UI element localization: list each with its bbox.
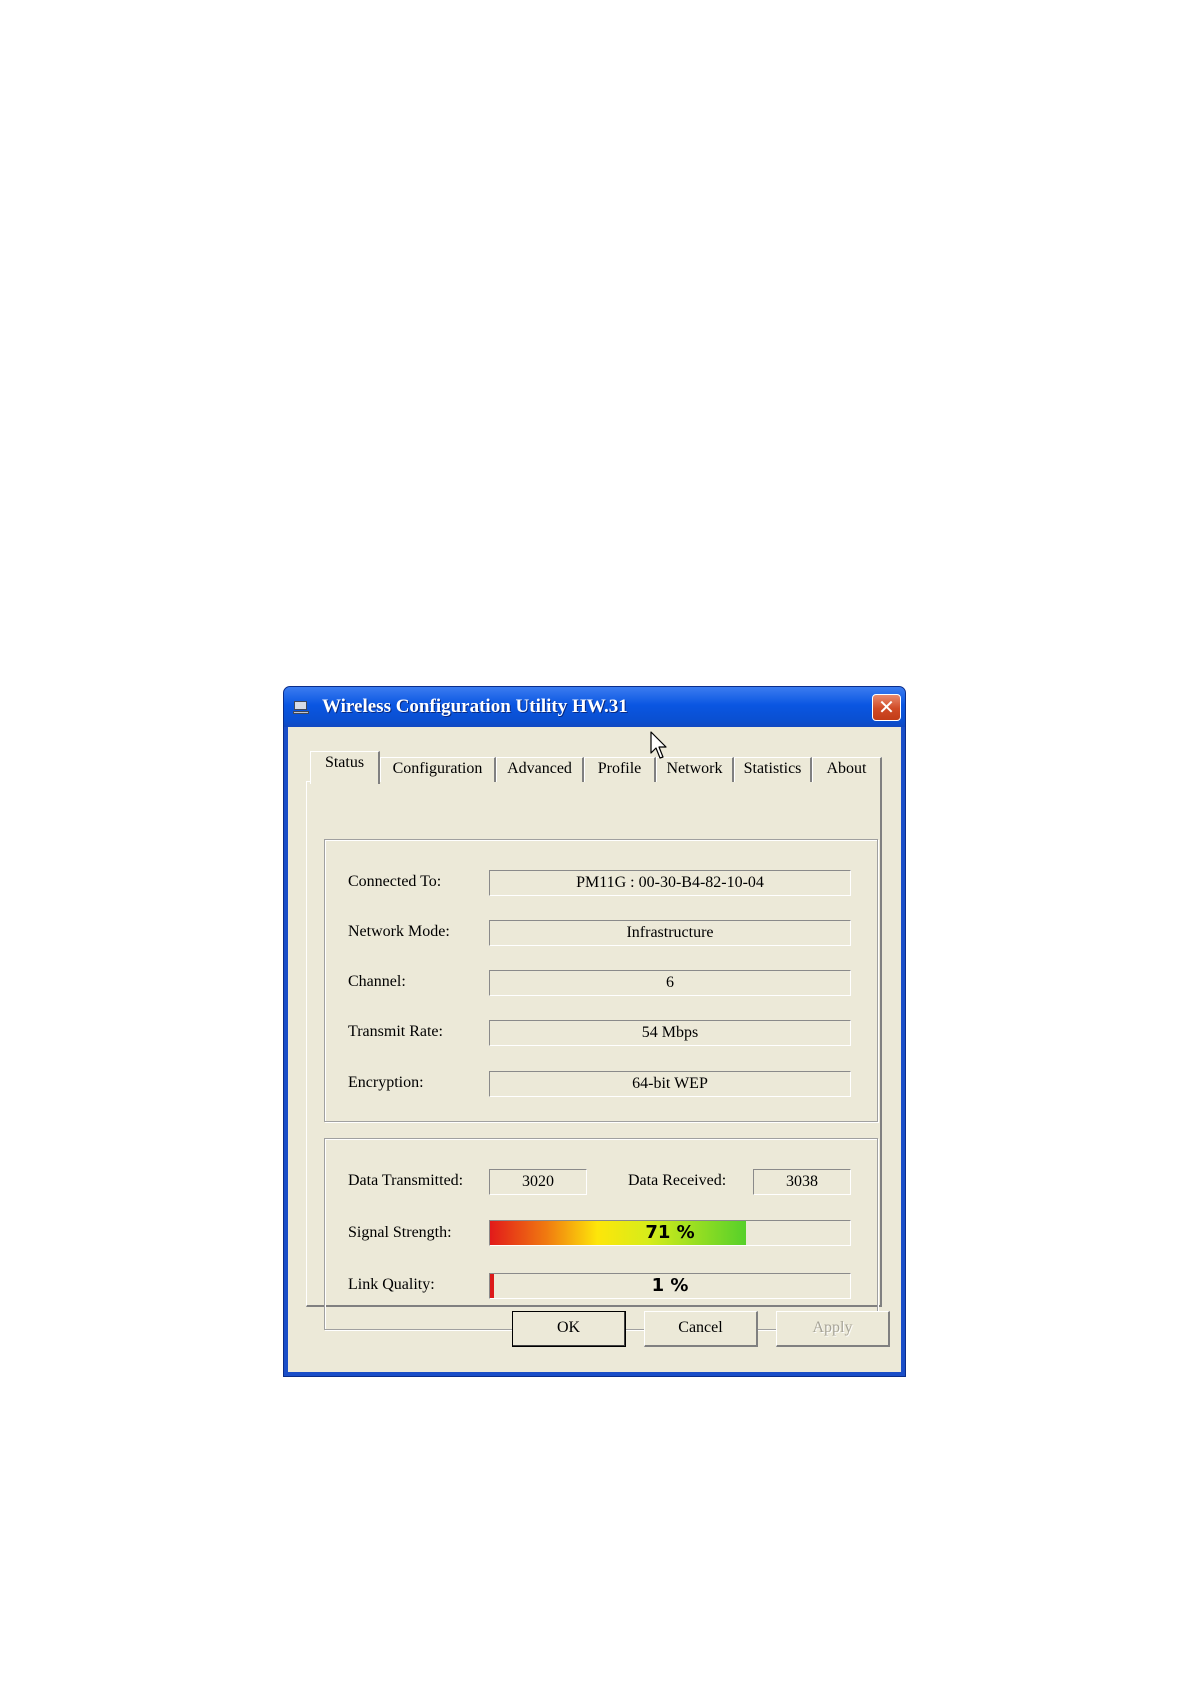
data-received-label: Data Received: <box>628 1172 727 1189</box>
signal-strength-bar: 71 % <box>489 1220 851 1246</box>
window-title: Wireless Configuration Utility HW.31 <box>322 696 628 717</box>
data-received-field: 3038 <box>753 1169 851 1195</box>
channel-label: Channel: <box>348 973 406 990</box>
network-mode-field: Infrastructure <box>489 920 851 946</box>
channel-field: 6 <box>489 970 851 996</box>
wireless-config-window: Wireless Configuration Utility HW.31 ✕ S… <box>283 686 906 1377</box>
link-quality-bar: 1 % <box>489 1273 851 1299</box>
dialog-client-area: Status Configuration Advanced Profile Ne… <box>288 727 901 1372</box>
tab-statistics[interactable]: Statistics <box>734 757 812 782</box>
transmit-rate-field: 54 Mbps <box>489 1020 851 1046</box>
mouse-cursor-icon <box>650 731 667 759</box>
data-transmitted-label: Data Transmitted: <box>348 1172 464 1189</box>
computer-icon <box>293 701 309 715</box>
cancel-button[interactable]: Cancel <box>644 1311 758 1347</box>
link-quality-value: 1 % <box>651 1275 689 1296</box>
tab-about[interactable]: About <box>812 757 882 782</box>
transmit-rate-label: Transmit Rate: <box>348 1023 443 1040</box>
tab-configuration[interactable]: Configuration <box>380 757 496 782</box>
encryption-field: 64-bit WEP <box>489 1071 851 1097</box>
tab-profile[interactable]: Profile <box>584 757 656 782</box>
network-mode-label: Network Mode: <box>348 923 450 940</box>
close-button[interactable]: ✕ <box>872 694 901 721</box>
data-transmitted-field: 3020 <box>489 1169 587 1195</box>
connected-to-field: PM11G : 00-30-B4-82-10-04 <box>489 870 851 896</box>
connected-to-label: Connected To: <box>348 873 442 890</box>
title-bar[interactable]: Wireless Configuration Utility HW.31 ✕ <box>284 687 905 727</box>
ok-button[interactable]: OK <box>512 1311 626 1347</box>
link-quality-label: Link Quality: <box>348 1276 435 1293</box>
close-icon: ✕ <box>878 695 895 719</box>
signal-strength-value: 71 % <box>645 1222 695 1243</box>
encryption-label: Encryption: <box>348 1074 424 1091</box>
signal-strength-label: Signal Strength: <box>348 1224 452 1241</box>
tab-advanced[interactable]: Advanced <box>496 757 584 782</box>
tab-status[interactable]: Status <box>310 751 380 784</box>
apply-button[interactable]: Apply <box>776 1311 890 1347</box>
tab-strip: Status Configuration Advanced Profile Ne… <box>310 749 890 784</box>
